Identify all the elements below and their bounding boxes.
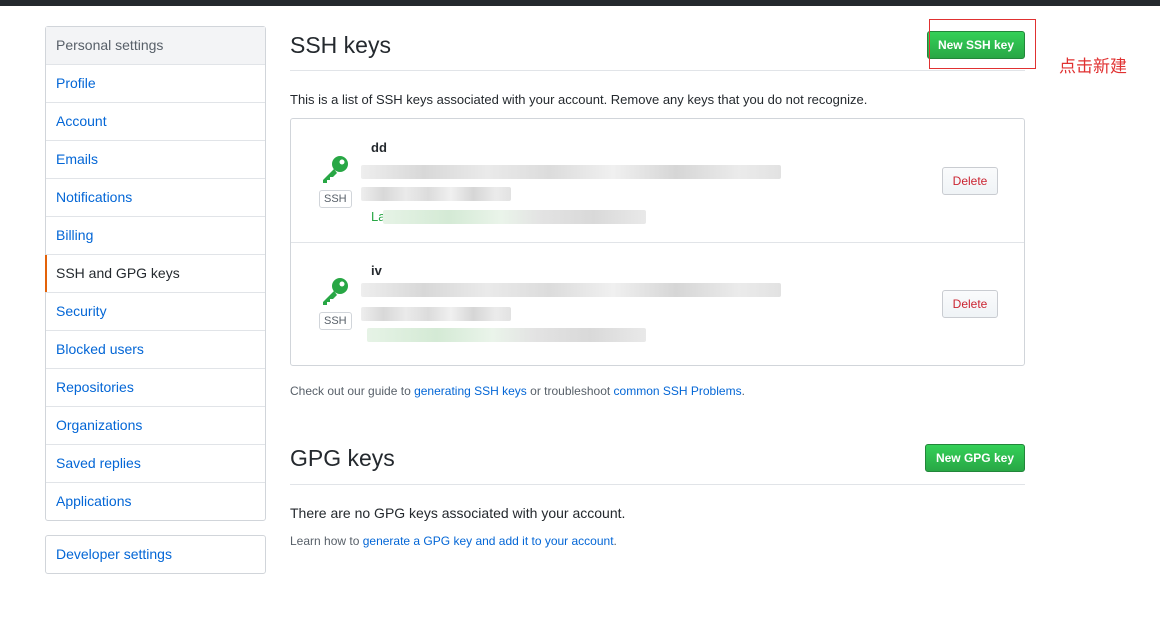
sidebar-item-blocked-users[interactable]: Blocked users <box>46 331 265 369</box>
ssh-guide-prefix: Check out our guide to <box>290 384 415 398</box>
key-icon <box>323 156 348 183</box>
ssh-key-last-used-redacted <box>367 328 646 342</box>
ssh-key-row: SSH iv Delete <box>291 242 1024 366</box>
sidebar-item-security[interactable]: Security <box>46 293 265 331</box>
gpg-learn-prefix: Learn how to <box>290 534 363 548</box>
generating-ssh-keys-link[interactable]: generating SSH keys <box>414 384 527 398</box>
key-icon <box>323 278 348 305</box>
ssh-key-fingerprint-redacted <box>361 165 781 179</box>
ssh-key-last-used-redacted <box>383 210 646 224</box>
sidebar-item-applications[interactable]: Applications <box>46 483 265 520</box>
sidebar-item-ssh-gpg-keys[interactable]: SSH and GPG keys <box>45 255 265 293</box>
generate-gpg-key-link[interactable]: generate a GPG key and add it to your ac… <box>363 534 614 548</box>
ssh-key-list: SSH dd La Delete SSH iv Delete <box>290 118 1025 366</box>
annotation-highlight-box <box>929 19 1036 69</box>
ssh-key-added-redacted <box>361 187 511 201</box>
ssh-key-fingerprint-redacted <box>361 283 781 297</box>
sidebar-item-emails[interactable]: Emails <box>46 141 265 179</box>
sidebar-heading: Personal settings <box>46 27 265 65</box>
new-gpg-key-button[interactable]: New GPG key <box>924 444 1025 472</box>
ssh-key-title: iv <box>371 263 382 278</box>
ssh-section-title: SSH keys <box>290 32 391 58</box>
settings-sidebar: Personal settings Profile Account Emails… <box>45 26 266 521</box>
ssh-description: This is a list of SSH keys associated wi… <box>290 92 868 107</box>
ssh-section-header: SSH keys New SSH key <box>290 22 1025 71</box>
ssh-guide-middle: or troubleshoot <box>526 384 614 398</box>
delete-ssh-key-button[interactable]: Delete <box>942 290 998 318</box>
annotation-text: 点击新建 <box>1059 57 1127 77</box>
ssh-key-added-redacted <box>361 307 511 321</box>
ssh-guide-suffix: . <box>741 384 745 398</box>
gpg-empty-text: There are no GPG keys associated with yo… <box>290 505 626 521</box>
gpg-learn-note: Learn how to generate a GPG key and add … <box>290 534 617 548</box>
sidebar-item-profile[interactable]: Profile <box>46 65 265 103</box>
sidebar-item-repositories[interactable]: Repositories <box>46 369 265 407</box>
sidebar-item-developer-settings[interactable]: Developer settings <box>46 536 265 573</box>
sidebar-item-saved-replies[interactable]: Saved replies <box>46 445 265 483</box>
ssh-key-title: dd <box>371 140 387 155</box>
sidebar-item-account[interactable]: Account <box>46 103 265 141</box>
sidebar-item-billing[interactable]: Billing <box>46 217 265 255</box>
ssh-key-row: SSH dd La Delete <box>291 119 1024 242</box>
gpg-learn-suffix: . <box>613 534 617 548</box>
ssh-badge: SSH <box>319 190 352 208</box>
sidebar-item-notifications[interactable]: Notifications <box>46 179 265 217</box>
ssh-badge: SSH <box>319 312 352 330</box>
gpg-section-title: GPG keys <box>290 445 395 471</box>
developer-settings-nav: Developer settings <box>45 535 266 574</box>
sidebar-item-organizations[interactable]: Organizations <box>46 407 265 445</box>
top-header-bar <box>0 0 1160 6</box>
ssh-guide-note: Check out our guide to generating SSH ke… <box>290 384 745 398</box>
common-ssh-problems-link[interactable]: common SSH Problems <box>614 384 742 398</box>
delete-ssh-key-button[interactable]: Delete <box>942 167 998 195</box>
gpg-section-header: GPG keys New GPG key <box>290 436 1025 485</box>
